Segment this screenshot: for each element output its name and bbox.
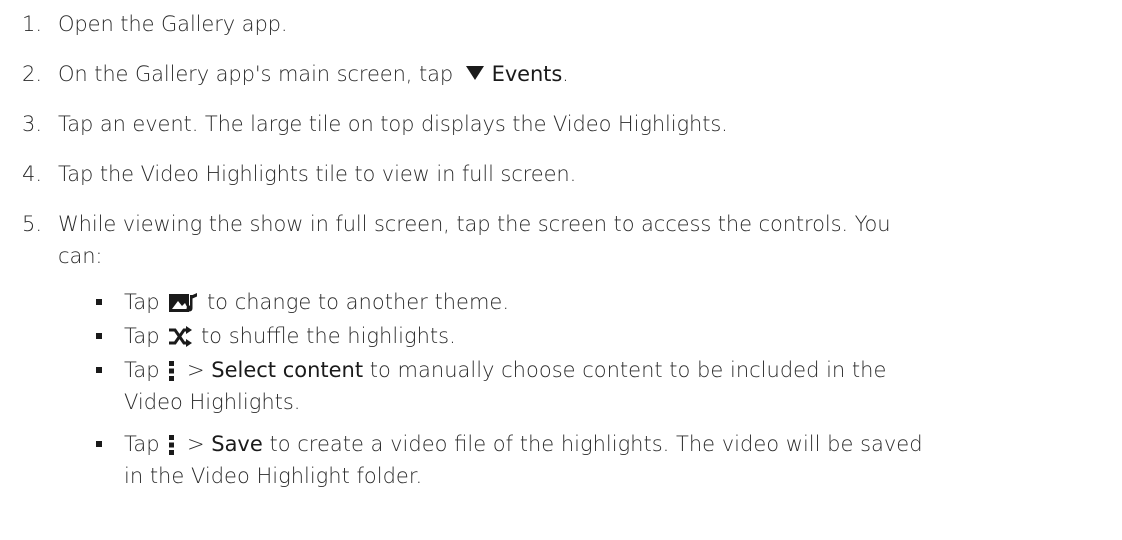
step-number: 2 xyxy=(22,58,42,90)
step-number: 3 xyxy=(22,108,42,140)
bullet-suffix: to shuffle the highlights. xyxy=(200,324,456,348)
more-vertical-icon xyxy=(169,361,175,381)
separator: > xyxy=(186,358,205,382)
bullet-text: Tap to shuffle the highlights. xyxy=(124,320,1104,352)
bullet-text-line-2: in the Video Highlight folder. xyxy=(124,464,423,488)
bullet-prefix: Tap xyxy=(124,432,160,456)
bullet-prefix: Tap xyxy=(124,290,160,314)
instruction-document: 1 Open the Gallery app. 2 On the Gallery… xyxy=(0,0,1122,540)
bullet-text: Tap > Select content to manually choose … xyxy=(124,354,1104,386)
more-vertical-icon xyxy=(169,435,175,455)
step-text: Tap the Video Highlights tile to view in… xyxy=(58,162,577,186)
bullet-suffix: to create a video file of the highlights… xyxy=(269,432,923,456)
select-content-label: Select content xyxy=(211,358,364,382)
bullet-prefix: Tap xyxy=(124,324,160,348)
bullet-text-line-2: Video Highlights. xyxy=(124,390,301,414)
step-text-prefix: On the Gallery app's main screen, tap xyxy=(58,62,454,86)
bullet-marker xyxy=(96,367,102,373)
step-text-suffix: . xyxy=(562,62,569,86)
shuffle-icon xyxy=(169,326,193,347)
step-text-line-2: can: xyxy=(58,244,103,268)
bullet-prefix: Tap xyxy=(124,358,160,382)
triangle-down-icon xyxy=(465,66,484,80)
step-text: Tap an event. The large tile on top disp… xyxy=(58,112,728,136)
separator: > xyxy=(186,432,205,456)
events-label: Events xyxy=(491,62,563,86)
theme-music-icon xyxy=(169,293,198,312)
step-text: On the Gallery app's main screen, tap Ev… xyxy=(58,58,1098,90)
bullet-text: Tap to change to another theme. xyxy=(124,286,1104,318)
step-text: Open the Gallery app. xyxy=(58,12,288,36)
step-number: 1 xyxy=(22,8,42,40)
bullet-text: Tap > Save to create a video file of the… xyxy=(124,428,1104,460)
save-label: Save xyxy=(211,432,263,456)
bullet-marker xyxy=(96,299,102,305)
step-number: 4 xyxy=(22,158,42,190)
step-number: 5 xyxy=(22,208,42,240)
bullet-suffix: to manually choose content to be include… xyxy=(369,358,887,382)
bullet-marker xyxy=(96,333,102,339)
step-text-line-1: While viewing the show in full screen, t… xyxy=(58,212,891,236)
bullet-suffix: to change to another theme. xyxy=(206,290,509,314)
bullet-marker xyxy=(96,441,102,447)
